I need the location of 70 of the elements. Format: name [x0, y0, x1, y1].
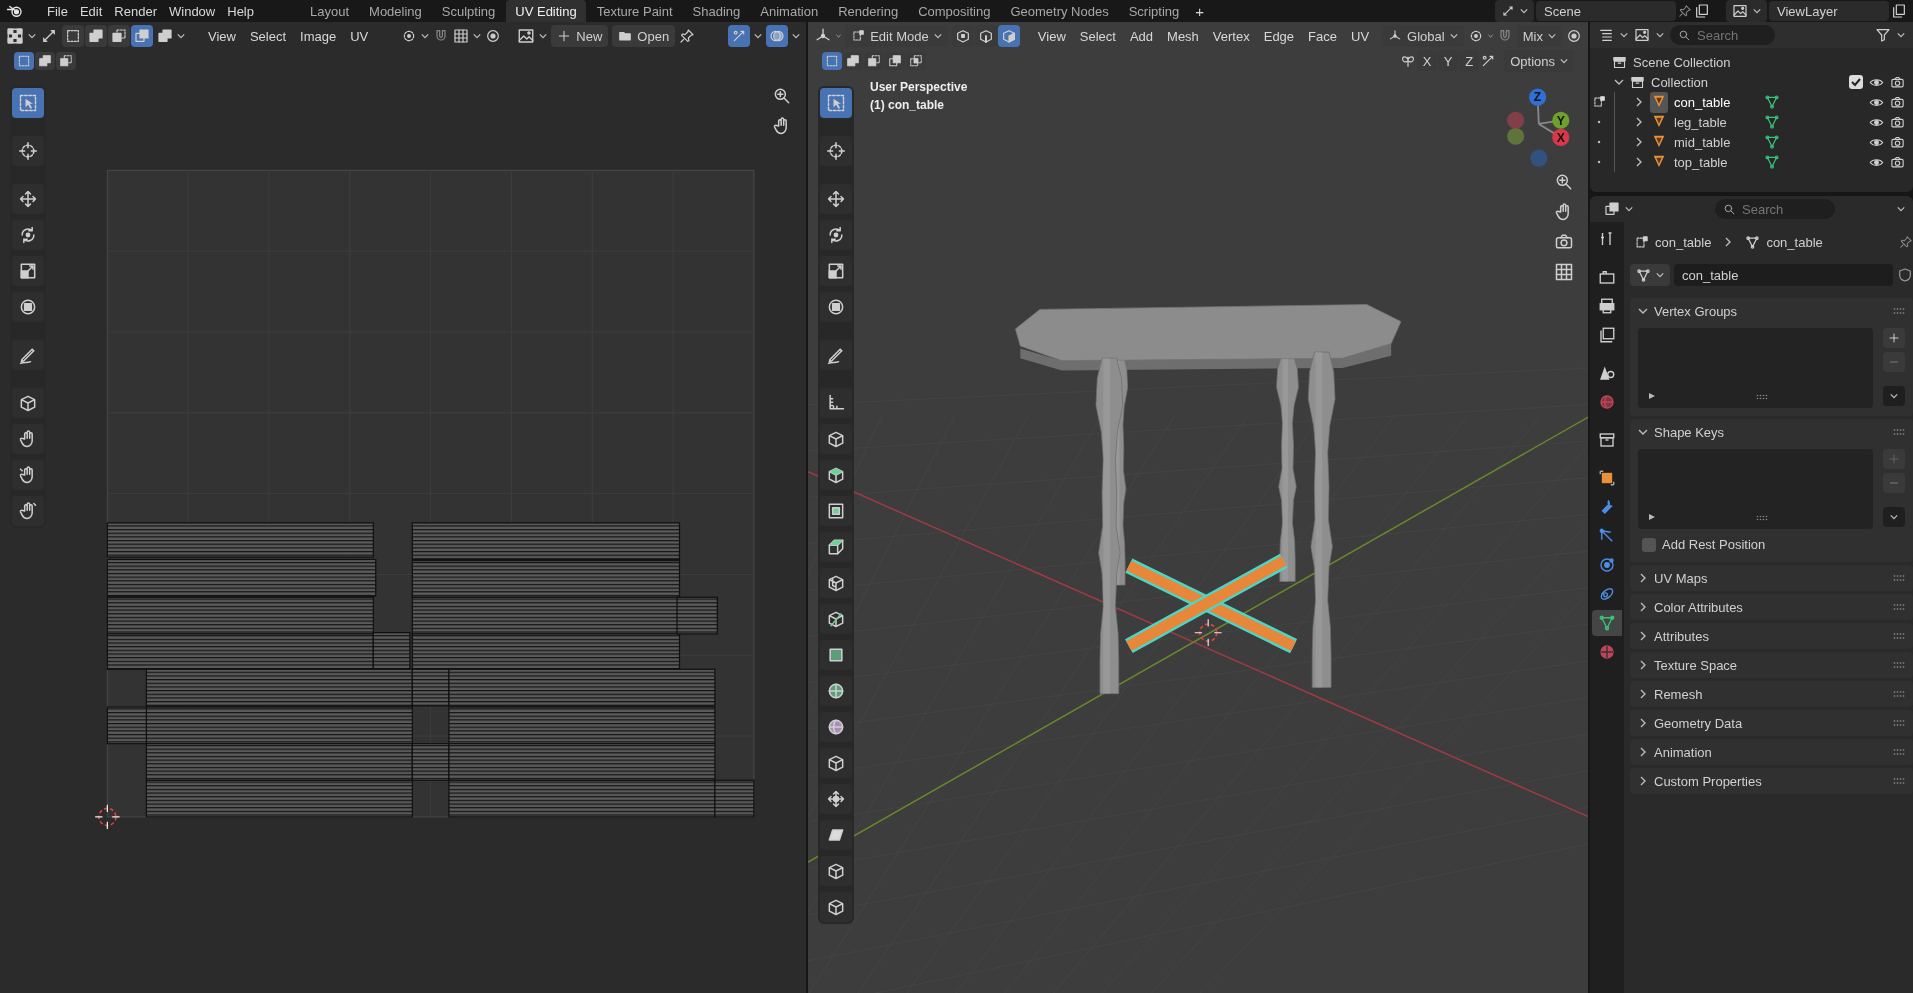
- mode-dropdown[interactable]: Edit Mode: [845, 25, 948, 47]
- menu-item[interactable]: Edit: [74, 1, 108, 21]
- axis-label: X: [1556, 130, 1565, 145]
- orientation-dropdown[interactable]: Global: [1382, 25, 1464, 47]
- search-field[interactable]: Search: [1670, 25, 1775, 45]
- panel-header[interactable]: Animation: [1654, 744, 1887, 760]
- workspace-tab[interactable]: Modeling: [360, 0, 431, 22]
- add-workspace-button[interactable]: +: [1190, 0, 1209, 22]
- options-dropdown[interactable]: Options: [1504, 50, 1574, 72]
- menu-item[interactable]: Face: [1303, 26, 1342, 46]
- navigation-gizmo[interactable]: Z Y X: [1507, 88, 1570, 167]
- menu-item[interactable]: Add: [1124, 26, 1159, 46]
- panel-header[interactable]: Custom Properties: [1654, 773, 1887, 789]
- menu-item[interactable]: Select: [244, 26, 292, 46]
- workspace-tab[interactable]: UV Editing: [506, 0, 586, 22]
- menu-item[interactable]: Help: [222, 1, 259, 21]
- panel-header[interactable]: Attributes: [1654, 628, 1887, 644]
- workspace-tab[interactable]: Geometry Nodes: [1001, 0, 1118, 22]
- search-input[interactable]: Search: [1740, 200, 1820, 218]
- tree-item[interactable]: Scene Collection: [1633, 54, 1905, 70]
- snap-dropdown[interactable]: Mix: [1516, 25, 1562, 47]
- menu-item[interactable]: UV: [345, 26, 374, 46]
- panel-header[interactable]: Color Attributes: [1654, 599, 1887, 615]
- menu-item[interactable]: Vertex: [1207, 26, 1255, 46]
- panel-header[interactable]: Geometry Data: [1654, 715, 1887, 731]
- workspace-tab[interactable]: Scripting: [1119, 0, 1189, 22]
- menu-item[interactable]: Image: [295, 26, 342, 46]
- tree-item[interactable]: top_table: [1674, 154, 1758, 170]
- menu-item[interactable]: Select: [1074, 26, 1121, 46]
- workspace-tab[interactable]: Sculpting: [432, 0, 505, 22]
- panel-header[interactable]: Vertex Groups: [1654, 303, 1887, 319]
- breadcrumb-item: con_table: [1655, 234, 1712, 250]
- workspace-tab[interactable]: Rendering: [829, 0, 908, 22]
- search-input[interactable]: Search: [1695, 26, 1765, 44]
- workspace-tab[interactable]: Texture Paint: [587, 0, 682, 22]
- menu-item[interactable]: View: [203, 26, 241, 46]
- menu-item[interactable]: Window: [164, 1, 221, 21]
- tree-item[interactable]: con_table: [1674, 94, 1758, 110]
- menu-item[interactable]: View: [1032, 26, 1071, 46]
- workspace-tab[interactable]: Layout: [301, 0, 359, 22]
- menu-item[interactable]: Render: [109, 1, 162, 21]
- breadcrumb-item: con_table: [1766, 234, 1823, 250]
- search-field[interactable]: Search: [1715, 199, 1835, 219]
- menu-item[interactable]: Edge: [1258, 26, 1300, 46]
- view-layer-field[interactable]: ViewLayer: [1769, 1, 1889, 21]
- scene-field[interactable]: Scene: [1536, 1, 1676, 21]
- open-image-button[interactable]: Open: [612, 25, 676, 47]
- workspace-tab[interactable]: Shading: [683, 0, 750, 22]
- workspace-tab[interactable]: Animation: [751, 0, 828, 22]
- view-name-label: User Perspective: [870, 79, 968, 96]
- menu-item[interactable]: UV: [1346, 26, 1375, 46]
- menu-item[interactable]: File: [42, 1, 73, 21]
- panel-header[interactable]: Remesh: [1654, 686, 1887, 702]
- mesh-name-field[interactable]: con_table: [1674, 264, 1893, 286]
- new-image-button[interactable]: New: [551, 25, 609, 47]
- mirror-axis-toggle[interactable]: X: [1417, 51, 1438, 71]
- tree-item[interactable]: Collection: [1651, 74, 1843, 90]
- axis-label: Y: [1556, 113, 1565, 128]
- checkbox-label: Add Rest Position: [1662, 537, 1766, 552]
- panel-header[interactable]: UV Maps: [1654, 570, 1887, 586]
- active-object-label: (1) con_table: [870, 97, 945, 114]
- panel-header[interactable]: Shape Keys: [1654, 424, 1887, 440]
- mirror-axis-toggle[interactable]: Z: [1459, 51, 1480, 71]
- panel-header[interactable]: Texture Space: [1654, 657, 1887, 673]
- workspace-tab[interactable]: Compositing: [909, 0, 1000, 22]
- menu-item[interactable]: Mesh: [1162, 26, 1204, 46]
- tree-item[interactable]: mid_table: [1674, 134, 1758, 150]
- axis-label: Z: [1533, 90, 1542, 105]
- tree-item[interactable]: leg_table: [1674, 114, 1758, 130]
- mirror-axis-toggle[interactable]: Y: [1438, 51, 1459, 71]
